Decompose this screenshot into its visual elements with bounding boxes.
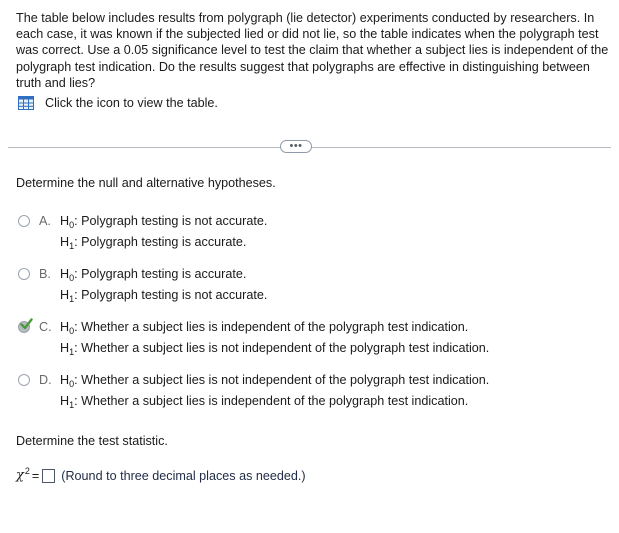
view-table-link[interactable]: Click the icon to view the table. <box>18 96 218 110</box>
view-table-label[interactable]: Click the icon to view the table. <box>45 96 218 110</box>
test-statistic-prompt: Determine the test statistic. <box>16 434 168 448</box>
option-b-radio[interactable] <box>18 268 30 280</box>
option-d-letter: D. <box>39 373 52 387</box>
rounding-hint: (Round to three decimal places as needed… <box>61 468 306 483</box>
option-b[interactable]: B. H0: Polygraph testing is accurate. H1… <box>17 267 607 305</box>
option-c-letter: C. <box>39 320 52 334</box>
chi-square-input[interactable] <box>42 468 56 483</box>
option-d-h0: H0: Whether a subject lies is not indepe… <box>60 373 490 389</box>
chi-square-answer-row: χ 2 = (Round to three decimal places as … <box>16 465 306 484</box>
chi-symbol: χ <box>16 468 24 483</box>
option-a-letter: A. <box>39 214 51 228</box>
option-b-h1: H1: Polygraph testing is not accurate. <box>60 288 268 304</box>
option-d[interactable]: D. H0: Whether a subject lies is not ind… <box>17 373 607 411</box>
hypotheses-prompt: Determine the null and alternative hypot… <box>16 176 276 190</box>
option-c[interactable]: C. H0: Whether a subject lies is indepen… <box>17 318 607 358</box>
option-a-h0: H0: Polygraph testing is not accurate. <box>60 214 268 230</box>
option-b-letter: B. <box>39 267 51 281</box>
option-c-h0: H0: Whether a subject lies is independen… <box>60 320 469 336</box>
option-d-h1: H1: Whether a subject lies is independen… <box>60 394 469 410</box>
option-c-h1: H1: Whether a subject lies is not indepe… <box>60 341 490 357</box>
option-b-h0: H0: Polygraph testing is accurate. <box>60 267 247 283</box>
expand-more-button[interactable]: ••• <box>280 140 312 153</box>
problem-statement: The table below includes results from po… <box>16 11 609 90</box>
chi-superscript: 2 <box>24 465 30 476</box>
checkmark-icon <box>20 318 33 333</box>
option-d-radio[interactable] <box>18 374 30 386</box>
option-a[interactable]: A. H0: Polygraph testing is not accurate… <box>17 214 607 252</box>
table-grid-icon[interactable] <box>18 96 34 110</box>
option-a-radio[interactable] <box>18 215 30 227</box>
equals-sign: = <box>31 468 40 483</box>
option-a-h1: H1: Polygraph testing is accurate. <box>60 235 247 251</box>
